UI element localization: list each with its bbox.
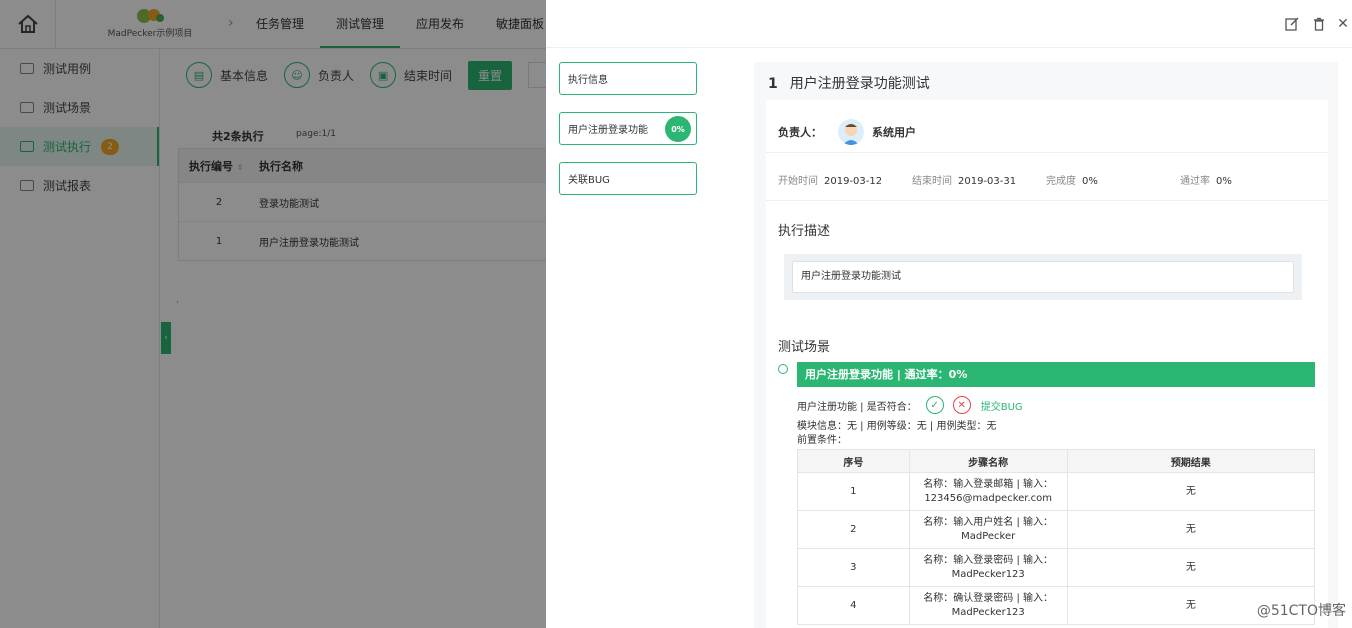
meta-start: 开始时间 2019-03-12 [778, 176, 883, 187]
timeline-dot [778, 364, 788, 374]
table-row: 3 名称：输入登录密码 | 输入： MadPecker123 无 [797, 548, 1316, 587]
cell-expected: 无 [1066, 510, 1316, 549]
cell-no: 2 [797, 510, 910, 549]
meta-completion: 完成度 0% [1046, 176, 1098, 187]
page-title: 1 用户注册登录功能测试 [768, 76, 930, 92]
col-header-step-name: 步骤名称 [908, 449, 1068, 473]
steps-table: 序号 步骤名称 预期结果 1 名称：输入登录邮箱 | 输入： 123456@mad… [797, 449, 1316, 625]
cell-no: 3 [797, 548, 910, 587]
meta-row: 开始时间 2019-03-12 结束时间 2019-03-31 完成度 0% 通过率 0… [778, 172, 1318, 187]
trash-icon[interactable] [1311, 16, 1327, 32]
submit-bug-link[interactable]: 提交BUG [981, 398, 1023, 413]
module-info: 模块信息：无 | 用例等级：无 | 用例类型：无 [797, 421, 997, 432]
drawer-header: ✕ [546, 0, 1352, 48]
drawer-tabs: 执行信息 用户注册登录功能 0% 关联BUG [559, 62, 697, 212]
case-row: 用户注册功能 | 是否符合： ✓ ✕ 提交BUG [797, 396, 1023, 414]
description-field[interactable]: 用户注册登录功能测试 [792, 261, 1294, 293]
tab-scene-label: 用户注册登录功能 [568, 125, 648, 136]
table-row: 4 名称：确认登录密码 | 输入： MadPecker123 无 [797, 586, 1316, 625]
avatar [838, 119, 864, 145]
execution-detail-drawer: ✕ 执行信息 用户注册登录功能 0% 关联BUG 1 用户注册登录功能测试 负责人… [546, 0, 1352, 628]
divider [766, 200, 1328, 201]
case-label: 用户注册功能 | 是否符合： [797, 401, 917, 413]
meta-pass-rate: 通过率 0% [1180, 176, 1232, 187]
cell-step-name: 名称：输入登录密码 | 输入： MadPecker123 [908, 548, 1068, 587]
scene-rate-badge: 0% [665, 116, 691, 142]
description-wrapper: 用户注册登录功能测试 [784, 254, 1302, 300]
cell-step-name: 名称：确认登录密码 | 输入： MadPecker123 [908, 586, 1068, 625]
table-row: 1 名称：输入登录邮箱 | 输入： 123456@madpecker.com 无 [797, 472, 1316, 511]
close-icon[interactable]: ✕ [1335, 16, 1351, 32]
detail-card: 负责人： 系统用户 开始时间 2019-03-12 结束时间 2019-03-31 … [766, 100, 1328, 628]
meta-end: 结束时间 2019-03-31 [912, 176, 1017, 187]
table-row: 2 名称：输入用户姓名 | 输入： MadPecker 无 [797, 510, 1316, 549]
tab-scene[interactable]: 用户注册登录功能 0% [559, 112, 697, 145]
col-header-expected: 预期结果 [1066, 449, 1316, 473]
cell-expected: 无 [1066, 472, 1316, 511]
cell-expected: 无 [1066, 548, 1316, 587]
scene-header-bar[interactable]: 用户注册登录功能 | 通过率：0% [797, 362, 1315, 387]
tab-related-bugs[interactable]: 关联BUG [559, 162, 697, 195]
owner-name: 系统用户 [872, 126, 916, 139]
cell-step-name: 名称：输入登录邮箱 | 输入： 123456@madpecker.com [908, 472, 1068, 511]
detail-panel: 1 用户注册登录功能测试 负责人： 系统用户 开始时间 2019-03-12 结束时… [754, 62, 1338, 628]
modal-overlay[interactable] [0, 0, 546, 628]
precondition: 前置条件： [797, 435, 847, 446]
col-header-no: 序号 [797, 449, 910, 473]
cell-no: 1 [797, 472, 910, 511]
table-header: 序号 步骤名称 预期结果 [797, 449, 1316, 473]
owner-label: 负责人： [778, 126, 822, 139]
cross-icon[interactable]: ✕ [952, 396, 971, 414]
owner-row: 负责人： 系统用户 [778, 114, 916, 150]
edit-icon[interactable] [1284, 16, 1300, 32]
section-title-description: 执行描述 [778, 224, 831, 239]
cell-no: 4 [797, 586, 910, 625]
cell-step-name: 名称：输入用户姓名 | 输入： MadPecker [908, 510, 1068, 549]
divider [766, 152, 1328, 153]
watermark: @51CTO博客 [1256, 603, 1346, 619]
check-icon[interactable]: ✓ [925, 396, 944, 414]
tab-execution-info[interactable]: 执行信息 [559, 62, 697, 95]
section-title-scene: 测试场景 [778, 340, 831, 355]
